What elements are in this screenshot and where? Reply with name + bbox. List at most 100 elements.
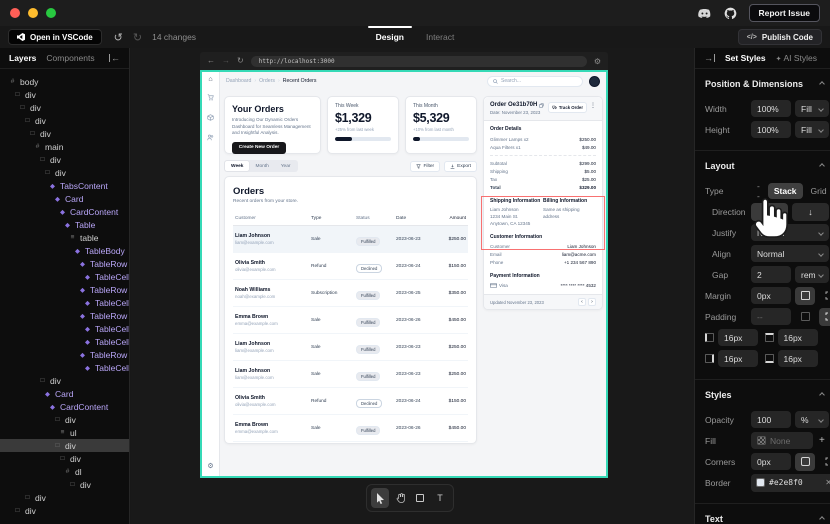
rendered-page[interactable]: ⌂ ⚙ DashboardOrdersRece [200, 70, 608, 478]
margin-expand-icon[interactable] [819, 287, 830, 305]
breadcrumb-item[interactable]: Dashboard [226, 78, 251, 84]
padding-side-input[interactable]: 16px [777, 329, 818, 346]
period-tab[interactable]: Month [249, 161, 274, 171]
gap-value-input[interactable]: 2 [751, 266, 791, 283]
close-window-button[interactable] [10, 8, 20, 18]
select-tool-button[interactable] [371, 488, 389, 508]
layer-tree-item[interactable]: # dl [0, 465, 129, 478]
type-option[interactable]: Stack [767, 182, 803, 199]
period-tab[interactable]: Week [225, 161, 250, 171]
collapse-right-panel-icon[interactable]: → [704, 53, 715, 63]
search-input[interactable]: Search... [487, 75, 583, 87]
dimension-value-input[interactable]: 100% [751, 100, 791, 117]
hand-tool-button[interactable] [391, 488, 409, 508]
layer-tree-item[interactable]: ◆ TableCell 20 [0, 335, 129, 348]
minimize-window-button[interactable] [28, 8, 38, 18]
type-option[interactable]: Grid [805, 183, 830, 199]
breadcrumb-item[interactable]: Orders [251, 78, 275, 84]
layer-tree-item[interactable]: □ div [0, 478, 129, 491]
table-row[interactable]: Noah Williams noah@example.com Subscript… [233, 280, 468, 307]
add-fill-icon[interactable]: + [819, 435, 825, 446]
border-color-swatch[interactable] [756, 478, 765, 487]
prev-order-button[interactable]: ‹ [578, 298, 586, 306]
filter-button[interactable]: Filter [410, 160, 441, 172]
back-icon[interactable]: ← [207, 57, 215, 65]
layer-tree-item[interactable]: ◆ TableCell 20 [0, 296, 129, 309]
layer-tree-item[interactable]: ◆ TableCell Sa [0, 270, 129, 283]
period-tab[interactable]: Year [275, 161, 297, 171]
text-tool-button[interactable]: T [431, 488, 449, 508]
layer-tree-item[interactable]: □ div [0, 166, 129, 179]
layer-tree-item[interactable]: □ div [0, 114, 129, 127]
align-select[interactable]: Normal [751, 245, 829, 262]
padding-side-input[interactable]: 16px [718, 350, 758, 367]
track-order-button[interactable]: Track Order [547, 102, 587, 113]
layer-tree-item[interactable]: ◆ Card [0, 192, 129, 205]
cart-icon[interactable] [207, 94, 214, 103]
gap-unit-select[interactable]: rem [795, 266, 829, 283]
frame-settings-icon[interactable]: ⚙ [594, 57, 601, 66]
layer-tree-item[interactable]: □ div [0, 504, 129, 517]
export-button[interactable]: Export [444, 160, 477, 172]
mode-tab[interactable]: Interact [424, 28, 456, 46]
create-new-order-button[interactable]: Create New Order [232, 141, 286, 154]
collapse-section-icon[interactable] [819, 392, 825, 398]
corners-expand-icon[interactable] [819, 453, 830, 471]
remove-border-icon[interactable]: ✕ [825, 478, 830, 487]
corners-value-input[interactable]: 0px [751, 453, 791, 470]
table-row[interactable]: Olivia Smith olivia@example.com Refund D… [233, 388, 468, 415]
tab-ai-styles[interactable]: ✦ AI Styles [776, 53, 817, 63]
layer-tree-item[interactable]: ◆ TableRow [0, 309, 129, 322]
open-in-vscode-button[interactable]: Open in VSCode [8, 29, 102, 45]
direction-row-button[interactable]: → [751, 202, 788, 221]
padding-sides-icon[interactable] [795, 308, 815, 326]
home-icon[interactable]: ⌂ [208, 76, 212, 83]
layer-tree-item[interactable]: ◆ TabsContent [0, 179, 129, 192]
dimension-unit-select[interactable]: Fill [795, 121, 829, 138]
layer-tree-item[interactable]: # main [0, 140, 129, 153]
undo-icon[interactable]: ↺ [114, 31, 123, 44]
padding-side-input[interactable]: 16px [718, 329, 758, 346]
more-menu-icon[interactable]: ⋮ [590, 102, 596, 109]
collapse-section-icon[interactable] [819, 163, 825, 169]
publish-code-button[interactable]: </> Publish Code [737, 29, 822, 45]
layer-tree-item[interactable]: □ div [0, 439, 129, 452]
redo-icon[interactable]: ↻ [133, 31, 142, 44]
tab-layers[interactable]: Layers [9, 53, 36, 63]
layer-tree-item[interactable]: ◆ TableCell Sa [0, 361, 129, 374]
collapse-section-icon[interactable] [819, 81, 825, 87]
padding-value-input[interactable]: -- [751, 308, 791, 325]
type-option[interactable]: -- [751, 178, 766, 204]
fill-value[interactable]: None [751, 432, 813, 449]
tab-components[interactable]: Components [46, 53, 94, 63]
margin-value-input[interactable]: 0px [751, 287, 791, 304]
table-row[interactable]: Liam Johnson liam@example.com Sale Fulfi… [233, 334, 468, 361]
table-row[interactable]: Liam Johnson liam@example.com Sale Fulfi… [233, 361, 468, 388]
breadcrumb-item[interactable]: Recent Orders [275, 78, 317, 84]
layer-tree-item[interactable]: □ div [0, 452, 129, 465]
layer-tree-item[interactable]: ◆ TableCell [0, 322, 129, 335]
margin-sides-icon[interactable] [795, 286, 815, 305]
layer-tree-item[interactable]: ◆ CardContent [0, 205, 129, 218]
layer-tree-item[interactable]: ◆ CardContent [0, 400, 129, 413]
table-row[interactable]: Emma Brown emma@example.com Sale Fulfill… [233, 415, 468, 442]
dimension-value-input[interactable]: 100% [751, 121, 791, 138]
layer-tree-item[interactable]: □ div [0, 153, 129, 166]
maximize-window-button[interactable] [46, 8, 56, 18]
avatar[interactable] [589, 75, 600, 87]
layer-tree-item[interactable]: ≡ table [0, 231, 129, 244]
layer-tree-item[interactable]: ◆ Table [0, 218, 129, 231]
github-icon[interactable] [724, 7, 737, 20]
padding-side-input[interactable]: 16px [777, 350, 818, 367]
layer-tree-item[interactable]: ≡ ul [0, 426, 129, 439]
layer-tree-item[interactable]: □ div [0, 101, 129, 114]
justify-select[interactable]: Normal [751, 224, 829, 241]
layer-tree-item[interactable]: ◆ TableRow [0, 348, 129, 361]
opacity-value-input[interactable]: 100 [751, 411, 791, 428]
layer-tree-item[interactable]: ◆ TableBody [0, 244, 129, 257]
collapse-section-icon[interactable] [819, 516, 825, 522]
report-issue-button[interactable]: Report Issue [748, 3, 820, 23]
dimension-unit-select[interactable]: Fill [795, 100, 829, 117]
layer-tree-item[interactable]: ◆ TableRow [0, 257, 129, 270]
tab-set-styles[interactable]: Set Styles [725, 53, 766, 63]
